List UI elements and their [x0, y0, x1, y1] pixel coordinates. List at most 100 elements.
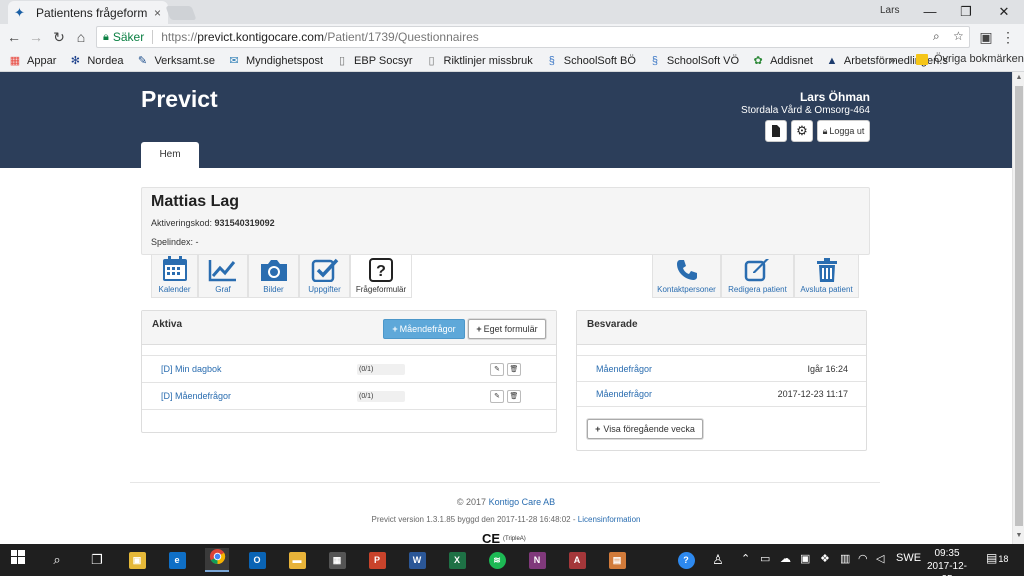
calculator-icon[interactable]: ▦ [325, 548, 349, 572]
window-profile-name[interactable]: Lars [880, 5, 899, 16]
volume-icon[interactable]: ◁ [876, 552, 884, 565]
bookmark-nordea[interactable]: ✻ Nordea [68, 54, 124, 68]
tab-hem[interactable]: Hem [141, 142, 199, 168]
bookmark-appar[interactable]: ▦ Appar [8, 54, 57, 68]
excel-icon[interactable]: X [445, 548, 469, 572]
language-indicator[interactable]: SWE [896, 552, 921, 564]
delete-trash-icon[interactable]: 🗑︎ [507, 390, 521, 403]
scroll-up-icon[interactable]: ▲ [1013, 74, 1024, 81]
tool-bilder[interactable]: Bilder [248, 255, 299, 298]
windows-taskbar: ⌕ ❐ ▣ e O ▬ ▦ P W X ≋ N A ▤ ? ♙ ⌃ ▭ ☁ ▣ … [0, 544, 1024, 576]
bookmark-label: SchoolSoft VÖ [666, 54, 740, 67]
windows-logo-icon [11, 550, 25, 564]
new-tab-button[interactable] [165, 6, 197, 20]
home-icon[interactable]: ⌂ [71, 27, 91, 47]
display-icon[interactable]: ▣ [800, 552, 810, 565]
browser-tab[interactable]: ✦ Patientens frågeformulär × [8, 1, 168, 24]
table-divider [577, 406, 866, 407]
back-arrow-icon[interactable]: ← [4, 27, 24, 47]
scroll-down-icon[interactable]: ▼ [1013, 532, 1024, 539]
access-icon[interactable]: A [565, 548, 589, 572]
tool-kalender[interactable]: Kalender [151, 255, 198, 298]
brand-logo[interactable]: Previct [141, 86, 218, 113]
url-field[interactable]: 🔒︎ Säker https://previct.kontigocare.com… [96, 26, 970, 48]
license-link[interactable]: Licensinformation [578, 515, 641, 524]
app-box-icon[interactable]: ▤ [605, 548, 629, 572]
system-clock[interactable]: 09:35 2017-12-25 [925, 547, 969, 576]
delete-trash-icon[interactable]: 🗑︎ [507, 363, 521, 376]
bookmark-schoolsoft-vo[interactable]: § SchoolSoft VÖ [648, 54, 739, 68]
bookmark-star-icon[interactable]: ☆ [953, 29, 964, 43]
store-icon[interactable]: ▣ [125, 548, 149, 572]
spotify-icon[interactable]: ≋ [485, 548, 509, 572]
tool-label: Kontaktpersoner [657, 285, 716, 294]
file-explorer-icon[interactable]: ▬ [285, 548, 309, 572]
bookmark-ebp[interactable]: ▯ EBP Socsyr [335, 54, 413, 68]
answered-form-link[interactable]: Måendefrågor [596, 364, 652, 374]
answered-form-link[interactable]: Måendefrågor [596, 389, 652, 399]
outlook-icon[interactable]: O [245, 548, 269, 572]
other-bookmarks[interactable]: Övriga bokmärken [916, 53, 1024, 65]
tool-graf[interactable]: Graf [198, 255, 248, 298]
form-link[interactable]: [D] Måendefrågor [161, 391, 231, 401]
restore-button[interactable]: ❐ [956, 2, 976, 22]
extension-icon[interactable]: ▣ [976, 27, 996, 47]
people-icon[interactable]: ♙ [706, 548, 730, 572]
bookmark-riktlinjer[interactable]: ▯ Riktlinjer missbruk [425, 54, 532, 68]
bookmark-addisnet[interactable]: ✿ Addisnet [751, 54, 812, 68]
show-hidden-icons-chevron-icon[interactable]: ⌃ [741, 552, 750, 565]
word-icon[interactable]: W [405, 548, 429, 572]
tool-label: Avsluta patient [800, 285, 853, 294]
tool-frageformular[interactable]: ? Frågeformulär [350, 255, 412, 298]
add-custom-form-button[interactable]: + Eget formulär [468, 319, 546, 339]
table-row: Måendefrågor 2017-12-23 11:17 [577, 381, 866, 406]
svg-text:?: ? [376, 263, 386, 280]
onedrive-cloud-icon[interactable]: ☁ [780, 552, 791, 565]
tool-redigera-patient[interactable]: Redigera patient [721, 255, 794, 298]
show-previous-week-button[interactable]: + Visa föregående vecka [587, 419, 703, 439]
page-scrollbar[interactable]: ▲ ▼ [1012, 72, 1024, 544]
ce-sub-label: (TripleA) [503, 536, 526, 542]
previct-favicon-icon: ✦ [14, 4, 25, 20]
settings-button[interactable]: ⚙ [791, 120, 813, 142]
tool-kontaktpersoner[interactable]: Kontaktpersoner [652, 255, 721, 298]
bookmark-myndighetspost[interactable]: ✉ Myndighetspost [227, 54, 323, 68]
chrome-icon[interactable] [205, 548, 229, 572]
dropbox-icon[interactable]: ❖ [820, 552, 830, 565]
add-maendefragor-button[interactable]: + Mående­frågor [383, 319, 465, 339]
forward-arrow-icon[interactable]: → [26, 27, 46, 47]
reload-icon[interactable]: ↻ [49, 27, 69, 47]
page-icon: ▯ [338, 54, 346, 67]
af-icon: ▲ [826, 54, 838, 67]
search-icon[interactable]: ⌕ [45, 548, 69, 572]
tool-uppgifter[interactable]: Uppgifter [299, 255, 350, 298]
battery-icon[interactable]: ▭ [760, 552, 770, 565]
task-view-icon[interactable]: ❐ [85, 548, 109, 572]
bookmark-verksamt[interactable]: ✎ Verksamt.se [135, 54, 215, 68]
edge-icon[interactable]: e [165, 548, 189, 572]
pencil-icon[interactable]: ✎ [490, 390, 504, 403]
bookmarks-more-chevron-icon[interactable]: » [889, 53, 896, 67]
minimize-button[interactable]: — [920, 2, 940, 22]
bookmark-schoolsoft-bo[interactable]: § SchoolSoft BÖ [545, 54, 636, 68]
close-window-button[interactable]: ✕ [994, 2, 1014, 22]
tab-close-icon[interactable]: × [154, 6, 161, 20]
tool-label: Kalender [158, 285, 191, 294]
help-icon[interactable]: ? [674, 548, 698, 572]
menu-dots-icon[interactable]: ⋮ [998, 27, 1018, 47]
wifi-icon[interactable]: ◠ [858, 552, 868, 565]
pencil-icon[interactable]: ✎ [490, 363, 504, 376]
logout-button[interactable]: 🔒︎ Logga ut [817, 120, 870, 142]
company-link[interactable]: Kontigo Care AB [489, 497, 556, 507]
secure-label: Säker [113, 30, 154, 44]
tool-avsluta-patient[interactable]: Avsluta patient [794, 255, 859, 298]
powerpoint-icon[interactable]: P [365, 548, 389, 572]
onenote-icon[interactable]: N [525, 548, 549, 572]
document-button[interactable] [765, 120, 787, 142]
network-icon[interactable]: ▥ [840, 552, 850, 565]
windows-start-icon[interactable] [6, 548, 30, 572]
notification-center-icon[interactable]: ▤18 [986, 551, 1008, 565]
zoom-search-icon[interactable]: ⌕ [933, 29, 940, 44]
scrollbar-thumb[interactable] [1015, 86, 1023, 526]
form-link[interactable]: [D] Min dagbok [161, 364, 222, 374]
